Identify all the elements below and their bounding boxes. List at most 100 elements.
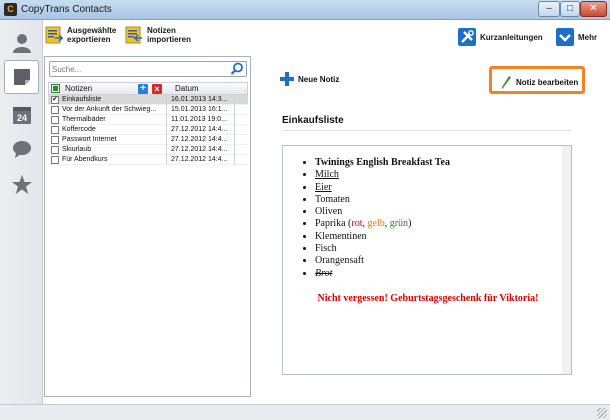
maximize-button[interactable]: □ — [560, 1, 580, 17]
import-label-line2: importieren — [147, 35, 192, 44]
row-checkbox[interactable] — [51, 106, 59, 114]
row-note-name: Passwort Internet — [62, 136, 117, 143]
column-separator — [234, 135, 235, 145]
chevron-down-icon — [556, 28, 574, 46]
row-note-name: Skiurlaub — [62, 146, 92, 153]
list-item: Paprika (rot, gelb, grün) — [315, 218, 450, 230]
column-separator — [166, 105, 167, 115]
nav-contacts[interactable] — [4, 26, 39, 60]
contacts-icon — [12, 34, 31, 53]
list-item: Tomaten — [315, 194, 450, 206]
column-separator — [234, 95, 235, 105]
column-separator — [166, 115, 167, 125]
resize-grip-icon[interactable] — [597, 408, 607, 418]
edit-note-highlight: Notiz bearbeiten — [489, 66, 585, 94]
nav-notes[interactable] — [4, 60, 39, 94]
search-icon[interactable] — [230, 62, 244, 76]
column-separator — [234, 145, 235, 155]
import-label-line1: Notizen — [147, 26, 176, 35]
app-logo-icon: C — [4, 3, 17, 16]
table-row[interactable]: Thermalbäder 11.01.2013 19:0... — [48, 115, 248, 125]
list-item: Eier — [315, 182, 450, 194]
favorites-icon — [11, 175, 32, 194]
calendar-day-label: 24 — [16, 113, 26, 123]
row-note-name: Einkaufsliste — [62, 96, 102, 103]
row-note-date: 27.12.2012 14:4... — [171, 126, 228, 133]
row-note-name: Vor der Ankunft der Schwieg... — [62, 106, 157, 113]
row-note-date: 27.12.2012 14:4... — [171, 156, 228, 163]
nav-rail: 24 — [0, 20, 43, 404]
row-note-name: Koffercode — [62, 126, 96, 133]
list-item: Fisch — [315, 243, 450, 255]
note-content: Twinings English Breakfast Tea Milch Eie… — [282, 145, 572, 375]
row-checkbox[interactable] — [51, 95, 59, 105]
table-row[interactable]: Koffercode 27.12.2012 14:4... — [48, 125, 248, 135]
row-checkbox[interactable] — [51, 156, 59, 164]
column-header-date[interactable]: Datum — [175, 84, 199, 93]
column-separator — [166, 155, 167, 165]
notes-list-panel: Notizen + × Datum Einkaufsliste 16.01.201… — [44, 56, 251, 397]
row-checkbox[interactable] — [51, 126, 59, 134]
toolbar: Ausgewählte exportieren Notizen importiere… — [43, 20, 610, 54]
export-icon — [45, 26, 63, 44]
select-all-checkbox[interactable] — [51, 84, 60, 93]
row-checkbox[interactable] — [51, 116, 59, 124]
more-label: Mehr — [578, 32, 598, 42]
reminder-text: Nicht vergessen! Geburtstagsgeschenk für… — [317, 293, 539, 304]
column-separator — [166, 135, 167, 145]
grid-body: Einkaufsliste 16.01.2013 14:3... Vor der A… — [48, 95, 248, 165]
column-separator — [166, 145, 167, 155]
list-item: Twinings English Breakfast Tea — [315, 157, 450, 169]
new-note-label: Neue Notiz — [298, 74, 340, 84]
add-note-icon[interactable]: + — [138, 84, 148, 94]
column-header-notes[interactable]: Notizen — [65, 84, 92, 93]
row-checkbox[interactable] — [51, 136, 59, 144]
edit-note-button[interactable]: Notiz bearbeiten — [500, 75, 578, 89]
row-note-date: 27.12.2012 14:4... — [171, 136, 228, 143]
row-checkbox[interactable] — [51, 146, 59, 154]
note-scrollbar[interactable] — [562, 146, 571, 374]
more-button[interactable]: Mehr — [556, 28, 597, 46]
search-input[interactable] — [52, 62, 230, 76]
nav-calendar[interactable]: 24 — [4, 98, 39, 132]
row-note-name: Für Abendkurs — [62, 156, 108, 163]
shopping-list: Twinings English Breakfast Tea Milch Eie… — [299, 157, 450, 280]
list-item: Oliven — [315, 206, 450, 218]
row-note-date: 16.01.2013 14:3... — [171, 96, 228, 103]
column-separator — [166, 125, 167, 135]
nav-favorites[interactable] — [4, 168, 39, 202]
row-note-date: 15.01.2013 16:1... — [171, 106, 228, 113]
row-note-date: 11.01.2013 19:0... — [171, 116, 227, 123]
column-separator — [234, 105, 235, 115]
column-separator — [234, 115, 235, 125]
messages-icon — [12, 141, 31, 158]
close-button[interactable]: ✕ — [580, 1, 607, 17]
table-row[interactable]: Passwort Internet 27.12.2012 14:4... — [48, 135, 248, 145]
import-notes-button[interactable]: Notizen importieren — [125, 26, 191, 44]
edit-note-label: Notiz bearbeiten — [516, 77, 579, 87]
table-row[interactable]: Vor der Ankunft der Schwieg... 15.01.2013… — [48, 105, 248, 115]
delete-note-icon[interactable]: × — [152, 84, 162, 94]
export-label-line1: Ausgewählte — [67, 26, 117, 35]
quick-guides-button[interactable]: Kurzanleitungen — [458, 28, 543, 46]
scrollbar-track — [562, 146, 571, 374]
pencil-icon — [501, 76, 511, 89]
calendar-icon: 24 — [12, 107, 31, 124]
list-item: Milch — [315, 169, 450, 181]
list-item: Orangensaft — [315, 255, 450, 267]
quick-guides-label: Kurzanleitungen — [480, 32, 543, 42]
table-row[interactable]: Skiurlaub 27.12.2012 14:4... — [48, 145, 248, 155]
list-item: Klementinen — [315, 231, 450, 243]
column-separator — [234, 155, 235, 165]
table-row[interactable]: Einkaufsliste 16.01.2013 14:3... — [48, 95, 248, 105]
row-note-name: Thermalbäder — [62, 116, 106, 123]
new-note-button[interactable]: Neue Notiz — [280, 72, 339, 86]
notes-grid: Notizen + × Datum Einkaufsliste 16.01.201… — [48, 82, 248, 165]
row-note-date: 27.12.2012 14:4... — [171, 146, 228, 153]
minimize-button[interactable]: – — [538, 1, 560, 17]
grid-header: Notizen + × Datum — [48, 82, 248, 95]
status-bar — [0, 404, 610, 420]
table-row[interactable]: Für Abendkurs 27.12.2012 14:4... — [48, 155, 248, 165]
export-selected-button[interactable]: Ausgewählte exportieren — [45, 26, 116, 44]
nav-messages[interactable] — [4, 132, 39, 166]
